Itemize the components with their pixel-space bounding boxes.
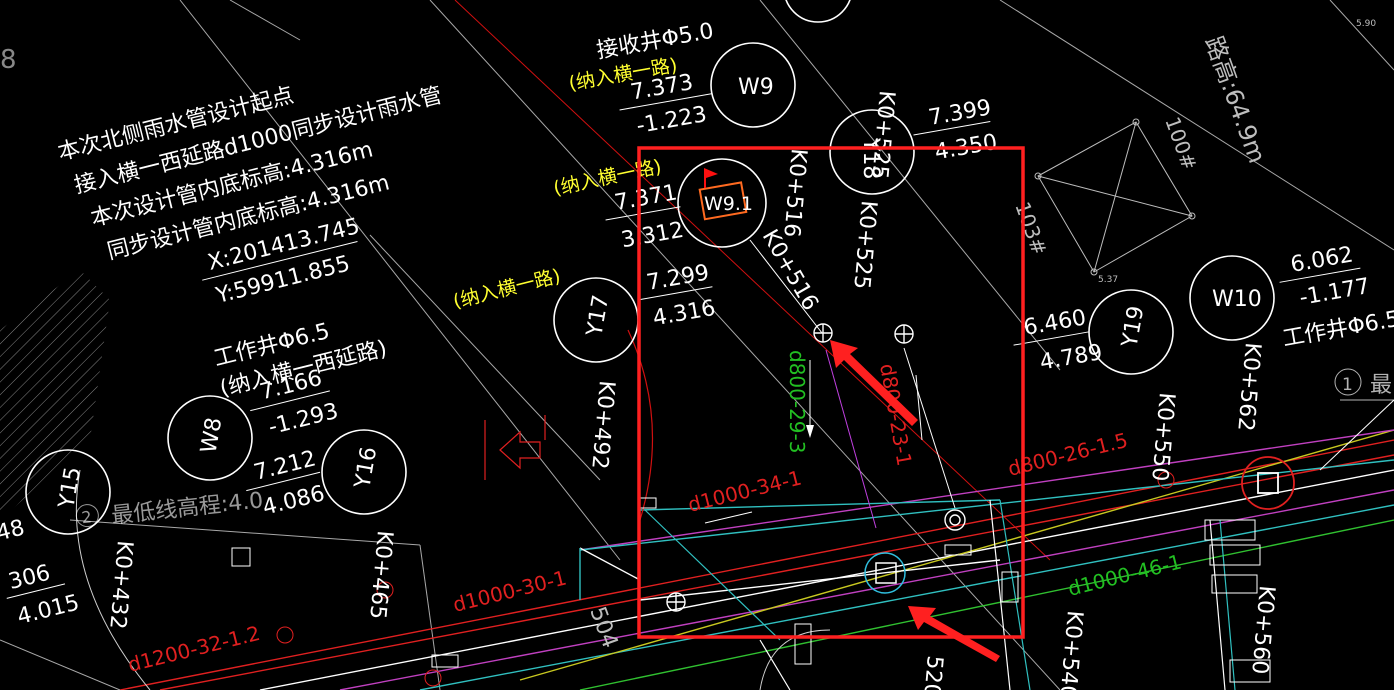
label-100: 100# (1160, 114, 1201, 174)
arrow-d1000-34-1 (704, 511, 753, 524)
hatched-region (0, 270, 110, 520)
svg-text:Y19: Y19 (1117, 304, 1149, 350)
svg-text:W9.1: W9.1 (704, 193, 753, 215)
label-537: 5.37 (1098, 275, 1118, 285)
Y17-elevations: 7.299 4.316 (637, 260, 717, 332)
chainage-504: 504 (584, 604, 622, 652)
red-arrow-lower (908, 606, 1000, 662)
red-flag-icon (704, 168, 718, 188)
well-W10[interactable]: W10 (1189, 255, 1275, 341)
well-Y15[interactable]: Y15 (25, 449, 111, 535)
svg-text:306: 306 (6, 561, 53, 595)
chainage-560: K0+560 (1246, 584, 1279, 675)
Y19-chainage: K0+550 (1146, 391, 1179, 482)
pipe-label-d1000-30-1: d1000-30-1 (450, 565, 569, 616)
svg-text:Y16: Y16 (350, 445, 382, 491)
svg-text:4.015: 4.015 (15, 590, 82, 629)
label-103: 103# (1010, 199, 1051, 259)
white-leader-2 (915, 374, 923, 441)
lowest-line-label: 2 最低线高程:4.0 (75, 488, 264, 529)
svg-text:最低线高程:4.0: 最低线高程:4.0 (110, 488, 264, 529)
Y16-chainage: K0+465 (364, 529, 397, 620)
pipe-label-d800-29-3: d800-29-3 (785, 350, 809, 453)
W9_1-elevations: 7.371 3.312 (605, 180, 686, 254)
svg-text:Y15: Y15 (54, 465, 86, 511)
svg-text:Y18: Y18 (858, 137, 883, 179)
label-left-8: 8 (0, 45, 17, 75)
well-top-partial (785, 0, 851, 23)
svg-text:7.212: 7.212 (251, 446, 318, 485)
W10-elevations: 6.062 -1.177 (1279, 242, 1372, 311)
pipe-label-d1200-32-1.2: d1200-32-1.2 (125, 621, 262, 677)
red-small-2 (276, 626, 294, 644)
red-marker-icon (484, 415, 546, 480)
svg-text:W9: W9 (738, 75, 774, 100)
manhole-target[interactable] (944, 509, 966, 531)
svg-text:4.789: 4.789 (1038, 340, 1104, 376)
svg-text:Y17: Y17 (582, 293, 614, 339)
red-arrow-upper (830, 340, 918, 426)
pipe-label-d1000-46-1: d1000-46-1 (1065, 549, 1184, 600)
manhole-cross-2[interactable] (894, 324, 914, 344)
svg-text:4.086: 4.086 (260, 481, 327, 520)
Y15-chainage: K0+432 (104, 539, 137, 630)
chainage-520: 520 (918, 654, 947, 690)
drawing-svg: 本次北侧雨水管设计起点 接入横一西延路d1000同步设计雨水管 本次设计管内底标… (0, 0, 1394, 690)
svg-text:最: 最 (1370, 373, 1392, 398)
manhole-cross-1[interactable] (813, 323, 833, 343)
leader-right (1319, 399, 1394, 471)
svg-text:-1.177: -1.177 (1298, 274, 1372, 311)
Y18-chainage: K0+525 (848, 199, 881, 290)
svg-text:2: 2 (81, 507, 93, 527)
well-W9.1[interactable]: W9.1 (677, 158, 767, 248)
Y18-elevations: 7.399 4.350 (913, 95, 999, 165)
manhole-cross-3[interactable] (666, 592, 686, 612)
circle-1-label: 1 最 (1334, 368, 1394, 401)
svg-text:-1.223: -1.223 (635, 102, 709, 139)
white-leader (903, 347, 956, 509)
Y17-chainage: K0+492 (586, 379, 619, 470)
svg-text:7.299: 7.299 (645, 260, 711, 296)
svg-text:3.312: 3.312 (619, 218, 685, 254)
W10-chainage: K0+562 (1232, 341, 1265, 432)
pipe-label-d1000-34-1: d1000-34-1 (685, 465, 804, 516)
svg-text:1: 1 (1342, 375, 1353, 395)
design-notes: 本次北侧雨水管设计起点 接入横一西延路d1000同步设计雨水管 本次设计管内底标… (55, 83, 444, 265)
chainage-540: K0+540 (1054, 609, 1087, 690)
label-590: 5.90 (1356, 19, 1376, 29)
level-label: 路高:64.9m (1199, 32, 1271, 166)
W9_1-chainage: K0+516 (757, 226, 823, 315)
well-Y17[interactable]: Y17 (553, 277, 639, 363)
svg-text:W8: W8 (197, 416, 228, 456)
well-Y16[interactable]: Y16 (321, 429, 407, 515)
svg-text:48: 48 (0, 515, 27, 546)
cad-drawing-canvas[interactable]: 本次北侧雨水管设计起点 接入横一西延路d1000同步设计雨水管 本次设计管内底标… (0, 0, 1394, 690)
svg-text:4.316: 4.316 (651, 296, 717, 332)
Y17-incorp: (纳入横一路) (451, 265, 563, 313)
svg-text:7.399: 7.399 (927, 95, 993, 131)
well-W8[interactable]: W8 (167, 395, 253, 481)
svg-text:W10: W10 (1212, 287, 1262, 312)
svg-text:6.460: 6.460 (1022, 305, 1088, 341)
svg-text:6.062: 6.062 (1289, 242, 1355, 278)
W9_1-chainage-upper: K0+516 (778, 147, 811, 238)
W10-note: 工作井Φ6.5 (1281, 307, 1394, 352)
svg-text:-1.293: -1.293 (266, 399, 341, 440)
